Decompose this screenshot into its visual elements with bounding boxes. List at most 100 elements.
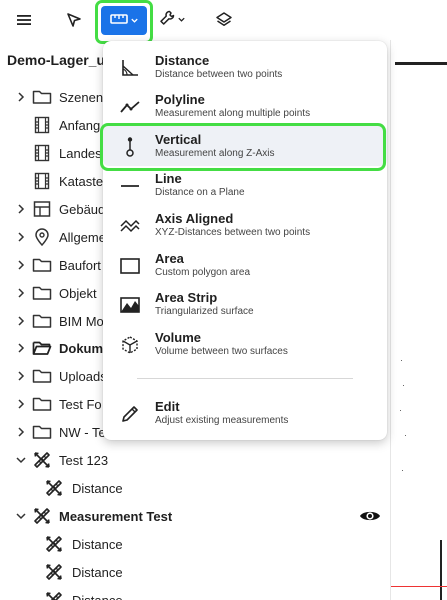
viewport-axis-line bbox=[391, 586, 447, 587]
folder-open-icon bbox=[32, 338, 52, 358]
menu-item-title: Vertical bbox=[155, 132, 202, 147]
grid-icon bbox=[32, 199, 52, 219]
tree-item[interactable]: Distance bbox=[0, 474, 390, 502]
menu-item-vertical[interactable]: Vertical Measurement along Z-Axis bbox=[103, 126, 387, 166]
vertical-pin-icon bbox=[119, 136, 141, 158]
folder-icon bbox=[32, 394, 52, 414]
menu-item-subtitle: Distance on a Plane bbox=[155, 187, 245, 198]
chevron-right-icon[interactable] bbox=[15, 342, 27, 354]
folder-icon bbox=[32, 87, 52, 107]
film-icon bbox=[32, 115, 52, 135]
cursor-arrow-icon[interactable] bbox=[62, 6, 86, 34]
measure-tool-icon bbox=[44, 562, 64, 582]
menu-item-subtitle: Custom polygon area bbox=[155, 267, 251, 278]
chevron-right-icon[interactable] bbox=[15, 203, 27, 215]
tree-item[interactable]: Distance bbox=[0, 586, 390, 600]
layers-icon[interactable] bbox=[212, 6, 236, 34]
tree-item-label: Gebäud bbox=[59, 201, 106, 217]
tree-item-label: Objekt bbox=[59, 285, 97, 301]
measure-tool-icon bbox=[32, 450, 52, 470]
chevron-right-icon[interactable] bbox=[15, 426, 27, 438]
tree-item-label: Szenen bbox=[59, 89, 104, 105]
menu-item-edit[interactable]: Edit Adjust existing measurements bbox=[103, 393, 387, 433]
menu-item-area-strip[interactable]: Area Strip Triangularized surface bbox=[103, 284, 387, 324]
folder-icon bbox=[32, 311, 52, 331]
chevron-right-icon[interactable] bbox=[15, 91, 27, 103]
tree-item[interactable]: Measurement Test bbox=[0, 502, 390, 530]
menu-item-title: Line bbox=[155, 171, 182, 186]
menu-item-title: Edit bbox=[155, 399, 180, 414]
tree-item-label: Test Fo bbox=[59, 396, 102, 412]
polyline-icon bbox=[119, 96, 141, 118]
eye-icon[interactable] bbox=[359, 508, 381, 524]
menu-item-title: Area Strip bbox=[155, 290, 218, 305]
axis-aligned-icon bbox=[119, 215, 141, 237]
viewport-vertical-line bbox=[440, 540, 442, 600]
menu-item-title: Polyline bbox=[155, 92, 205, 107]
menu-item-title: Area bbox=[155, 251, 184, 266]
tree-item-label: BIM Mo bbox=[59, 313, 104, 329]
folder-icon bbox=[32, 366, 52, 386]
location-pin-icon bbox=[32, 227, 52, 247]
chevron-right-icon[interactable] bbox=[15, 370, 27, 382]
top-toolbar bbox=[0, 0, 390, 44]
viewport-edge-line bbox=[395, 62, 447, 65]
tree-item[interactable]: Distance bbox=[0, 530, 390, 558]
film-icon bbox=[32, 143, 52, 163]
menu-item-distance[interactable]: Distance Distance between two points bbox=[103, 47, 387, 87]
tree-item-label: Distance bbox=[72, 536, 123, 552]
menu-item-line[interactable]: Line Distance on a Plane bbox=[103, 165, 387, 205]
menu-item-title: Distance bbox=[155, 53, 210, 68]
menu-item-subtitle: Measurement along Z-Axis bbox=[155, 148, 275, 159]
tree-item-label: Uploads bbox=[59, 368, 107, 384]
viewport-point bbox=[405, 435, 406, 436]
chevron-right-icon[interactable] bbox=[15, 259, 27, 271]
folder-icon bbox=[32, 255, 52, 275]
volume-cube-icon bbox=[119, 334, 141, 356]
tools-dropdown-button[interactable] bbox=[156, 6, 188, 34]
menu-item-subtitle: Triangularized surface bbox=[155, 306, 254, 317]
menu-item-polyline[interactable]: Polyline Measurement along multiple point… bbox=[103, 86, 387, 126]
area-strip-icon bbox=[119, 294, 141, 316]
chevron-down-icon[interactable] bbox=[15, 454, 27, 466]
measure-tool-icon bbox=[44, 590, 64, 600]
tree-item-label: Distance bbox=[72, 564, 123, 580]
tree-item-label: Test 123 bbox=[59, 452, 109, 468]
viewport-point bbox=[400, 410, 401, 411]
chevron-right-icon[interactable] bbox=[15, 231, 27, 243]
menu-item-volume[interactable]: Volume Volume between two surfaces bbox=[103, 324, 387, 364]
film-icon bbox=[32, 171, 52, 191]
measure-tool-icon bbox=[32, 506, 52, 526]
3d-viewport[interactable] bbox=[390, 40, 447, 600]
chevron-right-icon[interactable] bbox=[15, 315, 27, 327]
menu-item-title: Volume bbox=[155, 330, 201, 345]
chevron-down-icon bbox=[177, 11, 186, 29]
line-icon bbox=[119, 175, 141, 197]
chevron-right-icon[interactable] bbox=[15, 287, 27, 299]
menu-item-subtitle: Distance between two points bbox=[155, 69, 283, 80]
menu-item-area[interactable]: Area Custom polygon area bbox=[103, 245, 387, 285]
ruler-icon bbox=[109, 12, 128, 30]
chevron-right-icon[interactable] bbox=[15, 398, 27, 410]
hamburger-menu-icon[interactable] bbox=[12, 6, 36, 34]
tree-item-label: Distance bbox=[72, 592, 123, 600]
viewport-point bbox=[402, 470, 403, 471]
tree-item[interactable]: Distance bbox=[0, 558, 390, 586]
wrench-icon bbox=[158, 9, 176, 32]
tree-item-label: Kataste bbox=[59, 173, 104, 189]
chevron-down-icon[interactable] bbox=[15, 510, 27, 522]
menu-item-axis-aligned[interactable]: Axis Aligned XYZ-Distances between two po… bbox=[103, 205, 387, 245]
menu-item-subtitle: XYZ-Distances between two points bbox=[155, 227, 311, 238]
distance-angle-icon bbox=[119, 57, 141, 79]
viewport-point bbox=[401, 360, 402, 361]
viewport-point bbox=[403, 385, 404, 386]
area-rectangle-icon bbox=[119, 255, 141, 277]
chevron-down-icon bbox=[130, 12, 139, 30]
measure-tool-icon bbox=[44, 478, 64, 498]
tree-item-label: Measurement Test bbox=[59, 508, 173, 524]
tree-item[interactable]: Test 123 bbox=[0, 446, 390, 474]
measure-tool-button[interactable] bbox=[101, 6, 147, 35]
menu-item-subtitle: Volume between two surfaces bbox=[155, 346, 288, 357]
menu-item-title: Axis Aligned bbox=[155, 211, 234, 226]
menu-divider bbox=[137, 378, 353, 379]
